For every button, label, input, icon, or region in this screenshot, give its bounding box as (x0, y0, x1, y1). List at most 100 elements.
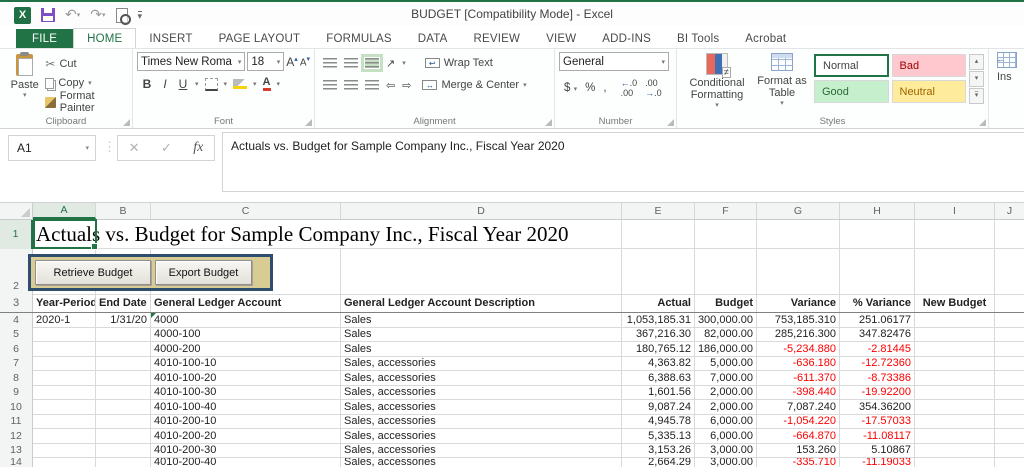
align-right-icon[interactable] (365, 80, 379, 90)
cell-C5[interactable]: 4000-100 (151, 328, 341, 343)
cell-I10[interactable] (915, 400, 995, 415)
cell-C11[interactable]: 4010-200-10 (151, 415, 341, 430)
cell-A7[interactable] (33, 357, 96, 372)
cell-A13[interactable] (33, 444, 96, 459)
cell-H9[interactable]: -19.92200 (840, 386, 915, 401)
cell-B8[interactable] (96, 371, 151, 386)
middle-align-icon[interactable] (344, 58, 358, 68)
cell-G8[interactable]: -611.370 (757, 371, 840, 386)
top-align-icon[interactable] (323, 58, 337, 68)
cell-B6[interactable] (96, 342, 151, 357)
orientation-dropdown-icon[interactable]: ▾ (402, 59, 406, 67)
cell-C8[interactable]: 4010-100-20 (151, 371, 341, 386)
paste-dropdown-icon[interactable]: ▾ (23, 91, 27, 99)
italic-button[interactable]: I (159, 77, 171, 91)
column-header-H[interactable]: H (840, 203, 915, 219)
header-cell-D3[interactable]: General Ledger Account Description (341, 295, 622, 312)
clipboard-dialog-launcher-icon[interactable] (123, 119, 130, 126)
cell-F4[interactable]: 300,000.00 (695, 313, 757, 328)
row-header-6[interactable]: 6 (0, 342, 33, 357)
column-header-G[interactable]: G (757, 203, 840, 219)
cell-E4[interactable]: 1,053,185.31 (622, 313, 695, 328)
decrease-decimal-icon[interactable]: .00→.0 (645, 78, 662, 98)
cell-I8[interactable] (915, 371, 995, 386)
tab-acrobat[interactable]: Acrobat (732, 29, 799, 48)
cell-F11[interactable]: 6,000.00 (695, 415, 757, 430)
cell-H13[interactable]: 5.10867 (840, 444, 915, 459)
cut-button[interactable]: ✂ Cut (45, 56, 128, 72)
decrease-font-icon[interactable]: A▾ (300, 55, 310, 68)
row-header-14[interactable]: 14 (0, 458, 33, 467)
insert-cells-group-partial[interactable]: Ins (989, 49, 1024, 128)
cell-I4[interactable] (915, 313, 995, 328)
format-as-table-button[interactable]: Format as Table ▾ (753, 52, 811, 114)
cell-D7[interactable]: Sales, accessories (341, 357, 622, 372)
cell-E13[interactable]: 3,153.26 (622, 444, 695, 459)
cell-E11[interactable]: 4,945.78 (622, 415, 695, 430)
cell-F9[interactable]: 2,000.00 (695, 386, 757, 401)
header-cell-F3[interactable]: Budget (695, 295, 757, 312)
font-dialog-launcher-icon[interactable] (305, 119, 312, 126)
font-size-combo[interactable]: 18▾ (247, 52, 284, 71)
header-cell-H3[interactable]: % Variance (840, 295, 915, 312)
cell-B12[interactable] (96, 429, 151, 444)
cell-F6[interactable]: 186,000.00 (695, 342, 757, 357)
row-header-10[interactable]: 10 (0, 400, 33, 415)
cell-G11[interactable]: -1,054.220 (757, 415, 840, 430)
cell-G9[interactable]: -398.440 (757, 386, 840, 401)
cell-J5[interactable] (995, 328, 1024, 343)
tab-review[interactable]: REVIEW (461, 29, 534, 48)
export-budget-button[interactable]: Export Budget (155, 260, 252, 285)
cell-E6[interactable]: 180,765.12 (622, 342, 695, 357)
tab-add-ins[interactable]: ADD-INS (589, 29, 664, 48)
tab-insert[interactable]: INSERT (136, 29, 205, 48)
cell-C6[interactable]: 4000-200 (151, 342, 341, 357)
cell-C10[interactable]: 4010-100-40 (151, 400, 341, 415)
cell-A5[interactable] (33, 328, 96, 343)
row-header-12[interactable]: 12 (0, 429, 33, 444)
row-header-7[interactable]: 7 (0, 357, 33, 372)
fill-color-icon[interactable] (233, 79, 247, 89)
increase-decimal-icon[interactable]: ←.0.00 (621, 78, 638, 98)
cell-E12[interactable]: 5,335.13 (622, 429, 695, 444)
font-color-icon[interactable]: A (263, 77, 271, 91)
header-cell-A3[interactable]: Year-Period (33, 295, 96, 312)
column-header-C[interactable]: C (151, 203, 341, 219)
name-box[interactable]: A1 ▾ (8, 135, 96, 161)
styles-dialog-launcher-icon[interactable] (979, 119, 986, 126)
cell-C7[interactable]: 4010-100-10 (151, 357, 341, 372)
cancel-icon[interactable]: ✕ (129, 140, 140, 156)
number-dialog-launcher-icon[interactable] (667, 119, 674, 126)
header-cell-C3[interactable]: General Ledger Account (151, 295, 341, 312)
cell-B4[interactable]: 1/31/20 (96, 313, 151, 328)
header-cell-J3[interactable] (995, 295, 1024, 312)
underline-dropdown-icon[interactable]: ▾ (195, 80, 199, 88)
comma-style-button[interactable]: , (603, 82, 606, 94)
format-painter-button[interactable]: Format Painter (45, 94, 128, 110)
cell-D12[interactable]: Sales, accessories (341, 429, 622, 444)
copy-dropdown-icon[interactable]: ▾ (88, 79, 92, 87)
cell-B14[interactable] (96, 458, 151, 467)
underline-button[interactable]: U (177, 77, 189, 91)
orientation-icon[interactable]: ↗ (386, 57, 395, 70)
cell-G10[interactable]: 7,087.240 (757, 400, 840, 415)
bottom-align-icon[interactable] (365, 58, 379, 68)
cell-F10[interactable]: 2,000.00 (695, 400, 757, 415)
cell-C4[interactable]: 4000 (151, 313, 341, 328)
header-cell-B3[interactable]: End Date (96, 295, 151, 312)
cell-E8[interactable]: 6,388.63 (622, 371, 695, 386)
accounting-format-button[interactable]: $ ▾ (564, 82, 577, 94)
cell-F14[interactable]: 3,000.00 (695, 458, 757, 467)
cell-style-neutral[interactable]: Neutral (892, 80, 967, 103)
cell-H11[interactable]: -17.57033 (840, 415, 915, 430)
merge-center-button[interactable]: ↔ Merge & Center ▾ (422, 79, 526, 91)
cell-D4[interactable]: Sales (341, 313, 622, 328)
cell-H8[interactable]: -8.73386 (840, 371, 915, 386)
cell-C14[interactable]: 4010-200-40 (151, 458, 341, 467)
cell-A10[interactable] (33, 400, 96, 415)
cell-F1[interactable] (695, 220, 757, 249)
cell-A4[interactable]: 2020-1 (33, 313, 96, 328)
align-left-icon[interactable] (323, 80, 337, 90)
cell-I14[interactable] (915, 458, 995, 467)
cell-H14[interactable]: -11.19033 (840, 458, 915, 467)
